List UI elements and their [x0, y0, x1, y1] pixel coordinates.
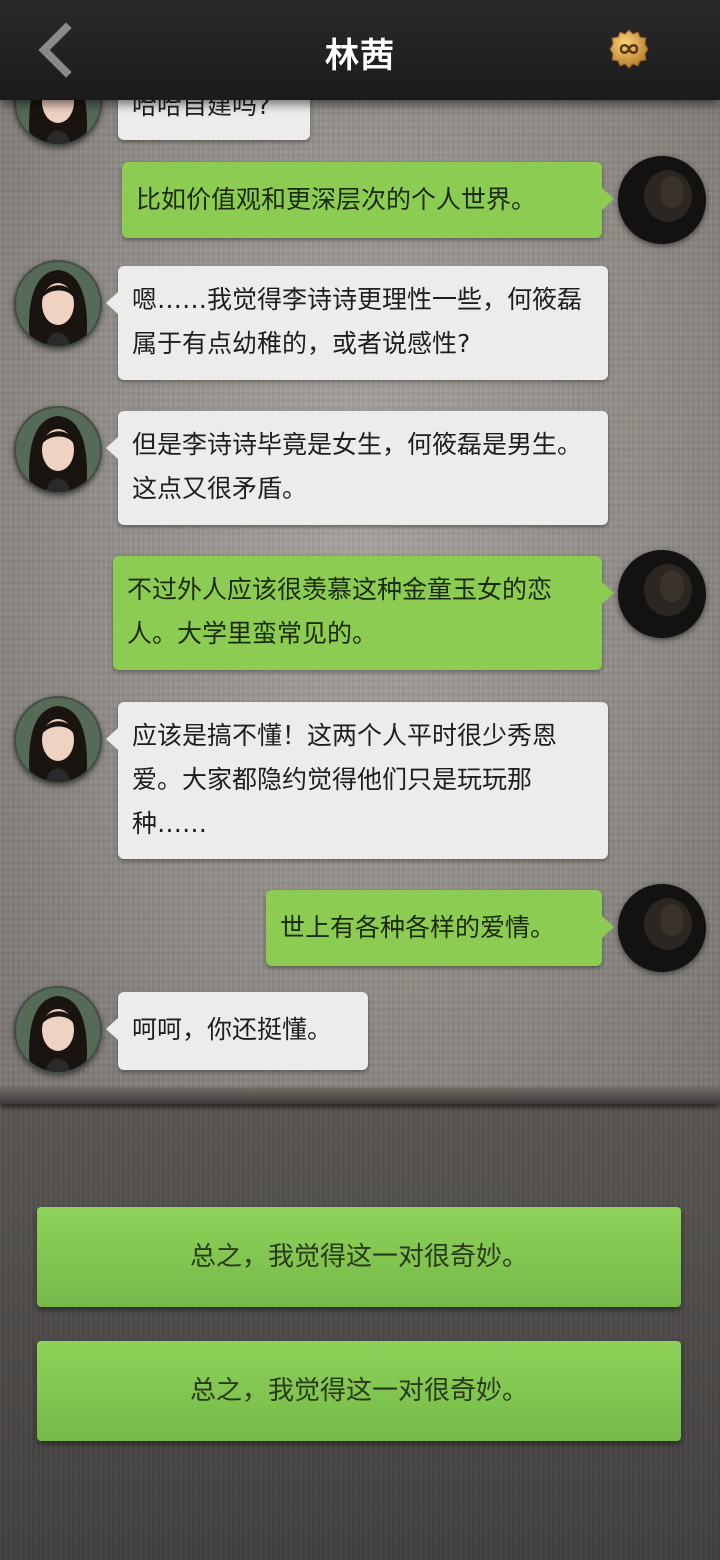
player-avatar-image: [618, 884, 706, 972]
message-bubble-outgoing: 世上有各种各样的爱情。: [266, 890, 614, 966]
avatar-player[interactable]: [618, 550, 706, 638]
girl-avatar-image: [16, 988, 100, 1072]
infinity-coin-button[interactable]: [609, 29, 649, 69]
message-bubble-incoming: 哈哈自建吗?: [118, 100, 310, 140]
message-bubble-incoming: 但是李诗诗毕竟是女生，何筱磊是男生。这点又很矛盾。: [106, 411, 608, 525]
chat-area[interactable]: 哈哈自建吗? 比如价值观和更深层次的个人世界。 嗯……我觉得李诗诗更理性一些，何…: [0, 100, 720, 1095]
message-text: 不过外人应该很羡慕这种金童玉女的恋人。大学里蛮常见的。: [127, 575, 553, 648]
girl-avatar-image: [16, 262, 100, 346]
infinity-coin-icon: [609, 29, 649, 69]
avatar-linqian[interactable]: [14, 696, 102, 784]
reply-options-panel: 总之，我觉得这一对很奇妙。 总之，我觉得这一对很奇妙。: [0, 1100, 720, 1560]
top-bar: 林茜: [0, 0, 720, 100]
avatar-linqian[interactable]: [14, 100, 102, 146]
avatar-linqian[interactable]: [14, 260, 102, 348]
message-text: 但是李诗诗毕竟是女生，何筱磊是男生。这点又很矛盾。: [132, 430, 583, 503]
avatar-linqian[interactable]: [14, 406, 102, 494]
message-text: 世上有各种各样的爱情。: [280, 913, 556, 942]
message-bubble-incoming: 嗯……我觉得李诗诗更理性一些，何筱磊属于有点幼稚的，或者说感性?: [106, 266, 608, 380]
player-avatar-image: [618, 550, 706, 638]
message-text: 呵呵，你还挺懂。: [132, 1015, 333, 1044]
avatar-player[interactable]: [618, 884, 706, 972]
message-text: 比如价值观和更深层次的个人世界。: [136, 185, 537, 214]
message-bubble-incoming: 应该是搞不懂！这两个人平时很少秀恩爱。大家都隐约觉得他们只是玩玩那种……: [106, 702, 608, 859]
reply-option-button[interactable]: 总之，我觉得这一对很奇妙。: [37, 1207, 681, 1307]
reply-option-button[interactable]: 总之，我觉得这一对很奇妙。: [37, 1341, 681, 1441]
girl-avatar-image: [16, 408, 100, 492]
message-bubble-incoming: 呵呵，你还挺懂。: [106, 992, 368, 1070]
girl-avatar-image: [16, 698, 100, 782]
message-text: 应该是搞不懂！这两个人平时很少秀恩爱。大家都隐约觉得他们只是玩玩那种……: [132, 721, 558, 838]
player-avatar-image: [618, 156, 706, 244]
avatar-player[interactable]: [618, 156, 706, 244]
message-text: 嗯……我觉得李诗诗更理性一些，何筱磊属于有点幼稚的，或者说感性?: [132, 285, 583, 358]
girl-avatar-image: [16, 100, 100, 144]
chat-divider: [0, 1088, 720, 1104]
avatar-linqian[interactable]: [14, 986, 102, 1074]
message-text: 哈哈自建吗?: [132, 100, 271, 120]
message-bubble-outgoing: 比如价值观和更深层次的个人世界。: [122, 162, 614, 238]
message-bubble-outgoing: 不过外人应该很羡慕这种金童玉女的恋人。大学里蛮常见的。: [113, 556, 614, 670]
